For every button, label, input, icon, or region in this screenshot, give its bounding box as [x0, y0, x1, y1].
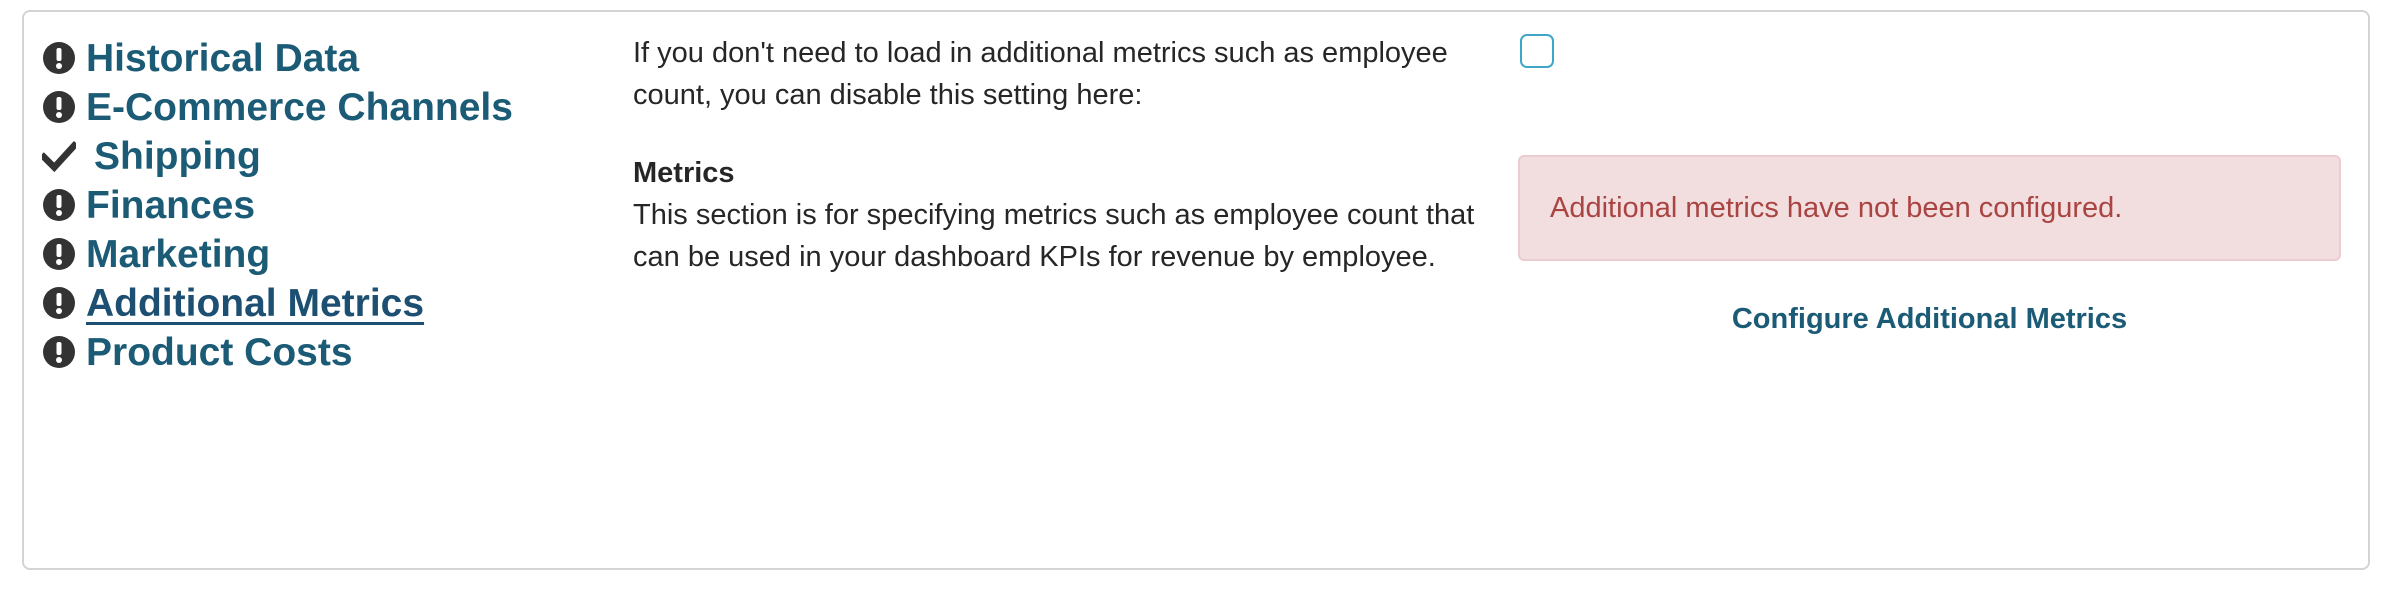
nav-item-product-costs[interactable]: Product Costs [42, 324, 353, 380]
nav-item-label: Additional Metrics [86, 281, 425, 325]
checkmark-icon [42, 139, 76, 173]
exclamation-circle-icon [42, 41, 76, 75]
nav-item-label: Shipping [94, 134, 261, 178]
disable-metrics-checkbox[interactable] [1520, 34, 1554, 68]
nav-item-label: Historical Data [86, 36, 360, 80]
metrics-description-block: If you don't need to load in additional … [633, 32, 1483, 278]
configure-additional-metrics-link[interactable]: Configure Additional Metrics [1518, 303, 2341, 336]
exclamation-circle-icon [42, 335, 76, 369]
nav-item-marketing[interactable]: Marketing [42, 226, 270, 282]
nav-item-historical-data[interactable]: Historical Data [42, 30, 359, 86]
not-configured-alert: Additional metrics have not been configu… [1518, 155, 2341, 261]
nav-item-label: Marketing [86, 232, 271, 276]
alert-text: Additional metrics have not been configu… [1550, 191, 2123, 224]
metrics-heading: Metrics [633, 157, 735, 189]
metrics-description: This section is for specifying metrics s… [633, 199, 1475, 273]
nav-item-label: E-Commerce Channels [86, 85, 513, 129]
nav-item-shipping[interactable]: Shipping [42, 128, 261, 184]
exclamation-circle-icon [42, 286, 76, 320]
nav-item-ecommerce-channels[interactable]: E-Commerce Channels [42, 79, 513, 135]
exclamation-circle-icon [42, 237, 76, 271]
exclamation-circle-icon [42, 90, 76, 124]
nav-item-finances[interactable]: Finances [42, 177, 255, 233]
disable-setting-text: If you don't need to load in additional … [633, 37, 1448, 111]
exclamation-circle-icon [42, 188, 76, 222]
nav-item-additional-metrics[interactable]: Additional Metrics [42, 275, 424, 331]
nav-item-label: Finances [86, 183, 256, 227]
nav-item-label: Product Costs [86, 330, 353, 374]
